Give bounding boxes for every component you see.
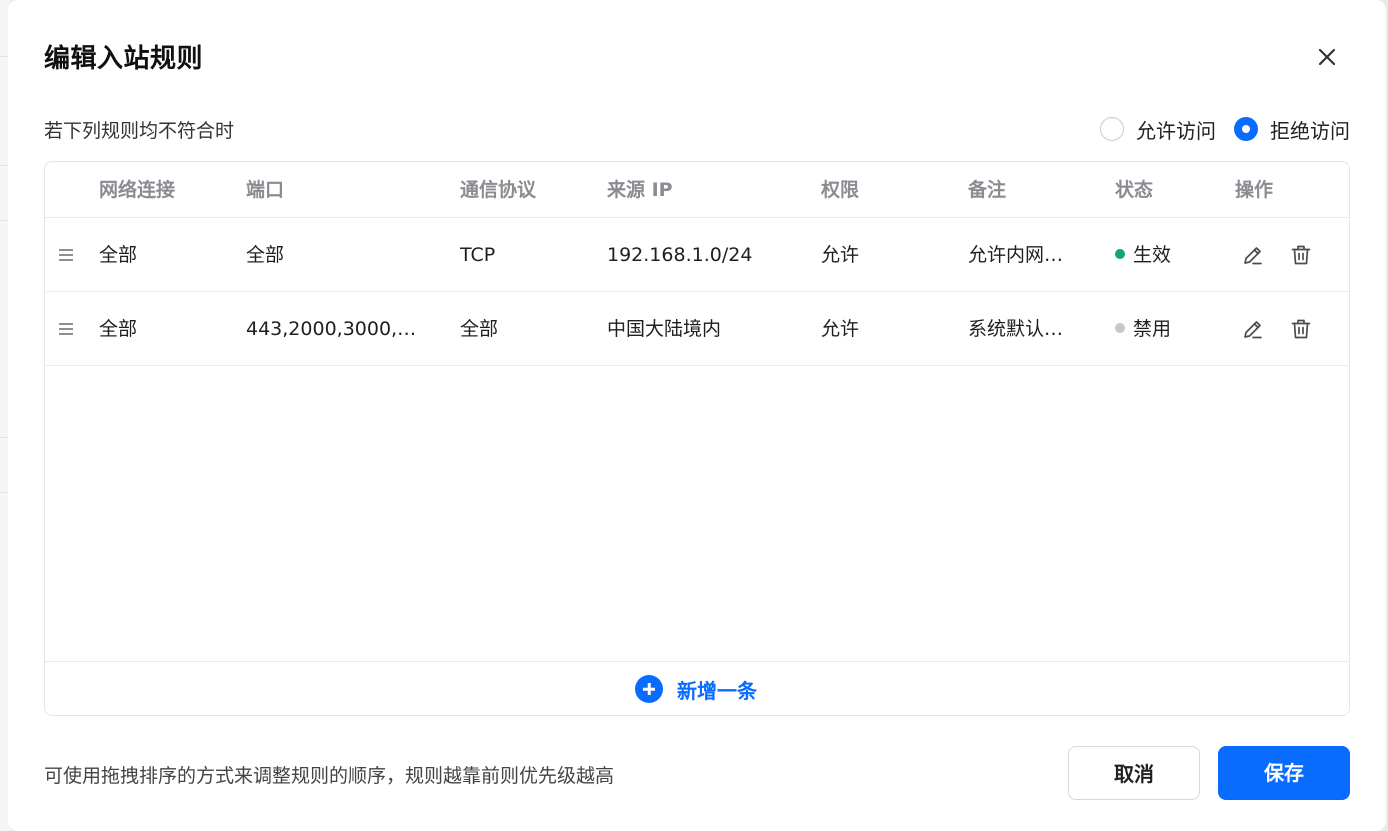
- add-rule-label: 新增一条: [677, 678, 757, 703]
- edit-button[interactable]: [1241, 317, 1265, 341]
- cell-source-ip: 中国大陆境内: [607, 318, 722, 340]
- delete-button[interactable]: [1289, 243, 1313, 267]
- close-icon: [1319, 49, 1335, 65]
- cell-status: 禁用: [1115, 292, 1225, 366]
- plus-circle-icon: [635, 675, 663, 703]
- delete-icon: [1291, 319, 1311, 339]
- rules-table: 网络连接 端口 通信协议 来源 IP 权限 备注 状态 操作 全部 全部 TCP…: [44, 161, 1350, 716]
- table-header: 网络连接 端口 通信协议 来源 IP 权限 备注 状态 操作: [45, 162, 1349, 218]
- status-active-dot: [1115, 248, 1125, 259]
- radio-checked-icon: [1234, 117, 1258, 141]
- edit-icon: [1244, 321, 1262, 339]
- cell-protocol: 全部: [460, 318, 499, 340]
- dialog-title: 编辑入站规则: [44, 44, 204, 74]
- column-header-status: 状态: [1115, 179, 1154, 201]
- cell-remark: 允许内网访问: [968, 244, 1076, 266]
- cell-remark: 系统默认规则: [968, 318, 1076, 340]
- column-header-permission: 权限: [821, 179, 860, 201]
- radio-unchecked-icon: [1100, 117, 1124, 141]
- cell-port: 443,2000,3000,5000: [246, 318, 426, 340]
- table-row: 全部 443,2000,3000,5000 全部 中国大陆境内 允许 系统默认规…: [45, 292, 1349, 366]
- cell-network: 全部: [99, 318, 138, 340]
- radio-allow-access[interactable]: 允许访问: [1100, 115, 1216, 144]
- cell-network: 全部: [99, 244, 138, 266]
- cell-status: 生效: [1115, 218, 1225, 292]
- radio-label: 允许访问: [1136, 118, 1216, 143]
- status-disabled-dot: [1115, 322, 1125, 333]
- default-action-label: 若下列规则均不符合时: [44, 120, 235, 142]
- cell-source-ip: 192.168.1.0/24: [607, 244, 753, 266]
- table-row: 全部 全部 TCP 192.168.1.0/24 允许 允许内网访问 生效: [45, 218, 1349, 292]
- edit-inbound-rules-dialog: 编辑入站规则 若下列规则均不符合时 允许访问 拒绝访问 网络连接 端口 通信协议…: [8, 0, 1386, 831]
- column-header-port: 端口: [246, 179, 285, 201]
- drag-handle-icon[interactable]: [59, 248, 75, 262]
- status-text: 生效: [1133, 244, 1172, 266]
- drag-sort-hint: 可使用拖拽排序的方式来调整规则的顺序，规则越靠前则优先级越高: [44, 765, 615, 787]
- radio-label: 拒绝访问: [1270, 118, 1350, 143]
- cell-protocol: TCP: [460, 244, 496, 266]
- table-footer: 新增一条: [45, 661, 1349, 715]
- column-header-network: 网络连接: [99, 179, 176, 201]
- drag-handle-icon[interactable]: [59, 322, 75, 336]
- radio-deny-access[interactable]: 拒绝访问: [1234, 115, 1350, 144]
- default-action-radio-group: 允许访问 拒绝访问: [1082, 114, 1350, 144]
- column-header-actions: 操作: [1235, 179, 1274, 201]
- cell-port: 全部: [246, 244, 285, 266]
- edit-button[interactable]: [1241, 243, 1265, 267]
- cancel-button[interactable]: 取消: [1068, 746, 1200, 800]
- add-rule-button[interactable]: 新增一条: [635, 675, 757, 703]
- column-header-source-ip: 来源 IP: [607, 179, 673, 201]
- delete-icon: [1291, 245, 1311, 265]
- delete-button[interactable]: [1289, 317, 1313, 341]
- cell-permission: 允许: [821, 318, 860, 340]
- column-header-protocol: 通信协议: [460, 179, 537, 201]
- status-text: 禁用: [1133, 318, 1172, 340]
- save-button[interactable]: 保存: [1218, 746, 1350, 800]
- column-header-remark: 备注: [968, 179, 1007, 201]
- close-button[interactable]: [1310, 40, 1344, 74]
- cell-permission: 允许: [821, 244, 860, 266]
- edit-icon: [1244, 247, 1262, 265]
